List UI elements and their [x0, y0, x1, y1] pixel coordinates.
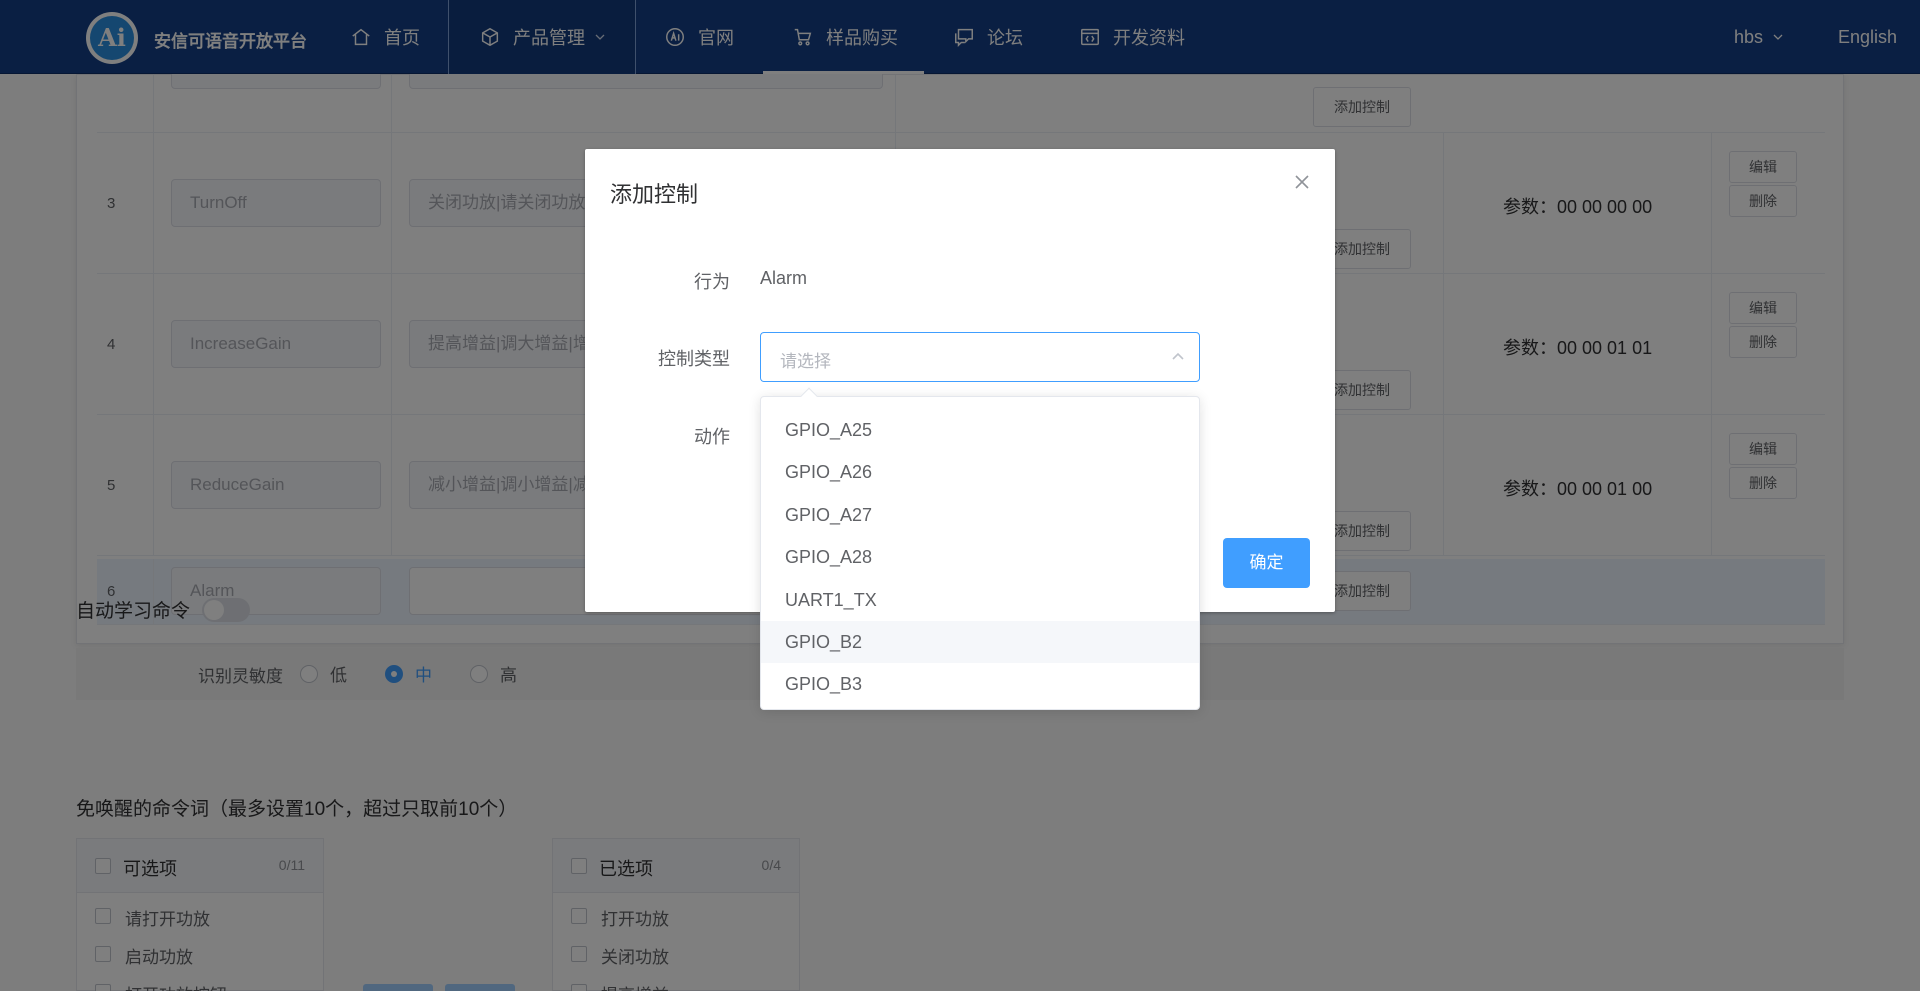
behavior-value: Alarm	[760, 268, 808, 288]
dropdown-option[interactable]: GPIO_A27	[761, 494, 1199, 536]
control-type-select[interactable]: 请选择	[760, 332, 1200, 382]
dropdown-option-hovered[interactable]: GPIO_B2	[761, 620, 1199, 664]
confirm-button[interactable]: 确定	[1223, 538, 1310, 588]
dropdown-option[interactable]: GPIO_A28	[761, 536, 1199, 578]
dialog-title: 添加控制	[610, 182, 699, 207]
dropdown-option[interactable]: GPIO_A26	[761, 451, 1199, 493]
dropdown-option[interactable]: UART1_TX	[761, 579, 1199, 621]
chevron-up-icon	[1171, 350, 1185, 364]
dropdown-option[interactable]: GPIO_A25	[761, 409, 1199, 451]
control-type-label: 控制类型	[658, 349, 730, 369]
behavior-label: 行为	[694, 272, 730, 292]
control-type-dropdown: GPIO_A25 GPIO_A26 GPIO_A27 GPIO_A28 UART…	[760, 387, 1200, 710]
close-icon[interactable]	[1293, 173, 1311, 191]
action-label: 动作	[694, 427, 730, 447]
dropdown-option[interactable]: GPIO_B3	[761, 663, 1199, 705]
select-placeholder: 请选择	[780, 352, 831, 371]
